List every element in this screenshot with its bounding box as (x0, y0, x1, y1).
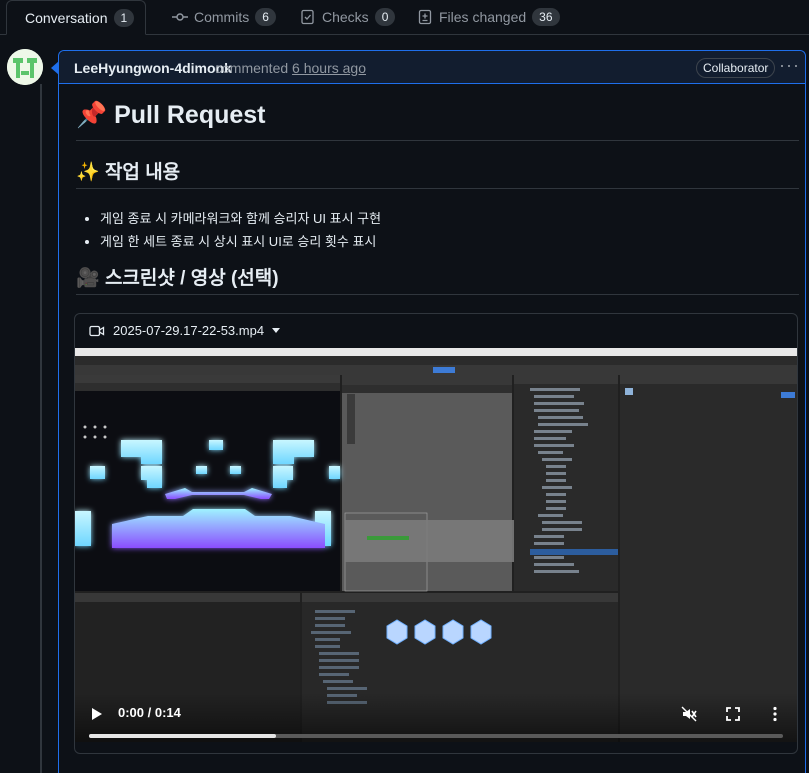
tab-checks-count: 0 (374, 8, 396, 26)
tab-conversation-count: 1 (113, 8, 135, 27)
video-icon (89, 325, 105, 336)
tab-files-changed-count: 36 (532, 8, 560, 26)
video-attachment: 2025-07-29.17-22-53.mp4 0:00 / 0:14 (74, 313, 798, 754)
video-progress-bar[interactable] (89, 734, 783, 738)
avatar[interactable] (7, 49, 43, 85)
movie-camera-icon: 🎥 (76, 268, 100, 289)
pushpin-icon: 📌 (76, 101, 108, 129)
file-diff-icon (418, 9, 432, 25)
comment-action: commented 6 hours ago (215, 60, 366, 76)
more-vertical-icon[interactable] (771, 706, 779, 722)
section-screenshot-text: 스크린샷 / 영상 (선택) (104, 268, 279, 289)
comment-action-text: commented (215, 60, 289, 76)
tab-commits-label: Commits (194, 9, 250, 25)
tab-files-changed[interactable]: Files changed 36 (417, 0, 560, 34)
tab-files-changed-label: Files changed (439, 9, 527, 25)
page-title: 📌 Pull Request (76, 101, 799, 141)
more-options-button[interactable]: ··· (779, 55, 800, 76)
comment-time[interactable]: 6 hours ago (292, 60, 366, 76)
comment-author[interactable]: LeeHyungwon-4dimonk (74, 60, 232, 76)
pr-tabs: Conversation 1 Commits 6 Checks 0 Files … (0, 0, 809, 35)
title-text: Pull Request (114, 101, 266, 129)
video-progress-fill (89, 734, 277, 738)
tab-commits[interactable]: Commits 6 (172, 0, 276, 34)
tab-checks[interactable]: Checks 0 (300, 0, 396, 34)
comment-box: LeeHyungwon-4dimonk commented 6 hours ag… (51, 50, 806, 773)
video-frame-image (75, 348, 797, 742)
tab-commits-count: 6 (255, 8, 276, 26)
tab-conversation[interactable]: Conversation 1 (6, 0, 146, 35)
fullscreen-icon[interactable] (725, 706, 741, 722)
video-filename-dropdown[interactable]: 2025-07-29.17-22-53.mp4 (89, 323, 281, 338)
list-item: 게임 한 세트 종료 시 상시 표시 UI로 승리 횟수 표시 (100, 230, 381, 253)
mute-icon[interactable] (681, 706, 697, 722)
list-item: 게임 종료 시 카메라워크와 함께 승리자 UI 표시 구현 (100, 207, 381, 230)
tab-conversation-label: Conversation (25, 9, 108, 26)
work-list: 게임 종료 시 카메라워크와 함께 승리자 UI 표시 구현 게임 한 세트 종… (76, 207, 381, 253)
checklist-icon (301, 9, 314, 25)
section-work-heading: ✨ 작업 내용 (76, 157, 799, 189)
play-icon[interactable] (91, 707, 103, 721)
identicon-icon (7, 49, 43, 85)
sparkles-icon: ✨ (76, 162, 100, 183)
section-screenshot-heading: 🎥 스크린샷 / 영상 (선택) (76, 263, 799, 295)
timeline-line (40, 84, 42, 773)
collaborator-badge: Collaborator (696, 58, 776, 78)
video-player[interactable]: 0:00 / 0:14 (75, 348, 797, 742)
video-filename: 2025-07-29.17-22-53.mp4 (113, 323, 265, 338)
chevron-down-icon (272, 327, 281, 333)
comment-header: LeeHyungwon-4dimonk commented 6 hours ag… (59, 51, 805, 84)
git-commit-icon (172, 13, 188, 21)
video-time: 0:00 / 0:14 (118, 705, 181, 720)
tab-checks-label: Checks (322, 9, 369, 25)
section-work-text: 작업 내용 (104, 162, 181, 183)
